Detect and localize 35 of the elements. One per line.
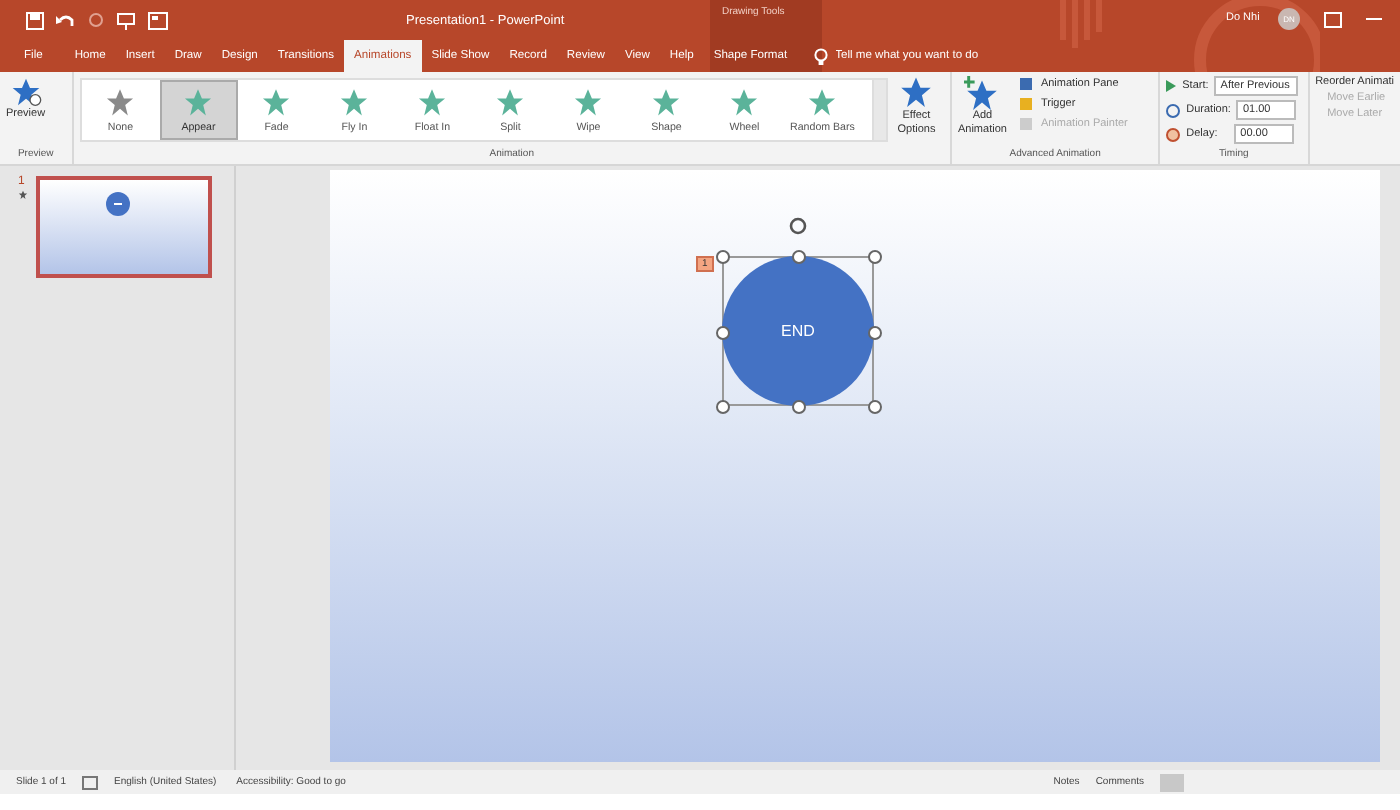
- animation-star-icon: [18, 190, 28, 201]
- star-icon: [898, 76, 935, 110]
- star-icon: [182, 87, 215, 117]
- star-icon: [104, 87, 137, 117]
- gallery-scrollbar[interactable]: [871, 80, 886, 140]
- layout-icon[interactable]: [148, 11, 168, 29]
- spellcheck-icon[interactable]: [82, 775, 99, 790]
- star-icon: [416, 87, 449, 117]
- star-icon: [650, 87, 683, 117]
- resize-handle[interactable]: [716, 250, 730, 265]
- star-icon: [806, 87, 839, 117]
- star-icon: [572, 87, 605, 117]
- resize-handle[interactable]: [792, 250, 806, 265]
- circle-shape-icon: [106, 192, 130, 217]
- minimize-icon[interactable]: [1366, 18, 1382, 22]
- resize-handle[interactable]: [868, 250, 882, 265]
- lightbulb-icon: [813, 47, 828, 65]
- star-icon: [728, 87, 761, 117]
- star-plus-icon: [964, 76, 1001, 110]
- star-icon: [260, 87, 293, 117]
- undo-icon[interactable]: [56, 11, 76, 29]
- star-icon: [494, 87, 527, 117]
- resize-handle[interactable]: [792, 400, 806, 415]
- resize-handle[interactable]: [716, 400, 730, 415]
- slide-thumbnail[interactable]: [36, 176, 212, 279]
- ribbon-display-icon[interactable]: [1324, 12, 1342, 28]
- save-icon[interactable]: [26, 11, 44, 29]
- star-icon: [338, 87, 371, 117]
- resize-handle[interactable]: [868, 325, 882, 340]
- play-icon: [1166, 80, 1177, 92]
- resize-handle[interactable]: [716, 325, 730, 340]
- resize-handle[interactable]: [868, 400, 882, 415]
- rotate-handle-icon[interactable]: [788, 216, 808, 237]
- presenter-icon[interactable]: [116, 11, 136, 29]
- circle-shape[interactable]: END: [722, 256, 874, 407]
